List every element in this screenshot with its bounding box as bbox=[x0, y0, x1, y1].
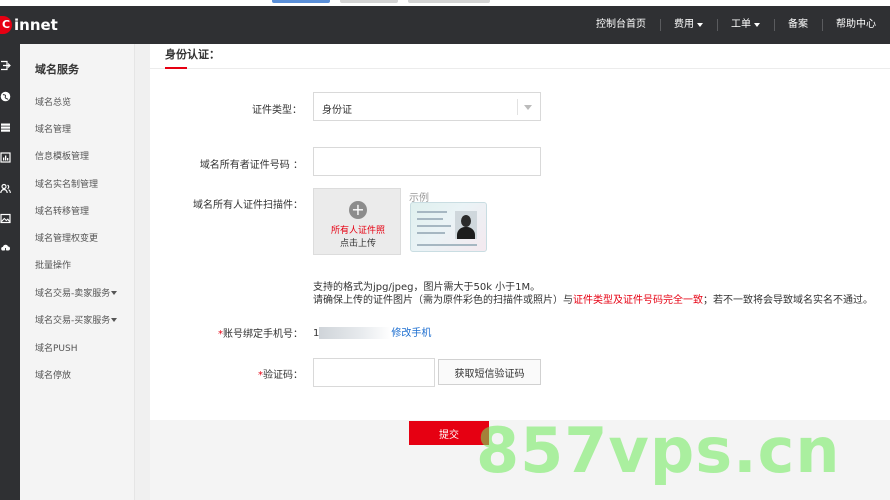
card-text-line bbox=[417, 244, 477, 246]
sidebar-item[interactable]: 域名管理权变更 bbox=[35, 231, 98, 244]
sidebar-item-label: 域名交易-买家服务 bbox=[35, 316, 111, 326]
image-icon[interactable] bbox=[0, 213, 11, 224]
sidebar: 域名服务 域名总览域名管理信息模板管理 域名实名制管理 域名转移管理 域名管理权变更批… bbox=[20, 44, 135, 500]
get-sms-code-button[interactable]: 获取短信验证码 bbox=[438, 359, 541, 385]
id-photo-upload[interactable]: + 所有人证件照 点击上传 bbox=[313, 188, 401, 255]
sidebar-item[interactable]: 域名PUSH bbox=[35, 341, 78, 354]
verification-code-input[interactable] bbox=[313, 358, 435, 387]
sidebar-item[interactable]: 域名总览 bbox=[35, 95, 71, 108]
sidebar-item-label: 域名管理 bbox=[35, 125, 72, 135]
sidebar-item[interactable]: 批量操作 bbox=[35, 258, 71, 271]
nav-item[interactable]: 控制台首页 bbox=[582, 6, 660, 44]
sidebar-item[interactable]: 域名转移管理 bbox=[35, 204, 89, 217]
card-head bbox=[461, 215, 471, 227]
title-underline bbox=[165, 67, 187, 69]
card-body bbox=[457, 227, 475, 239]
sidebar-item-label: 批量操作 bbox=[35, 261, 72, 271]
nav-item-label: 费用 bbox=[674, 19, 694, 30]
sample-id-card-image bbox=[410, 202, 487, 252]
chevron-down-icon bbox=[524, 105, 532, 110]
sidebar-item-label: 域名总览 bbox=[35, 98, 72, 108]
sign-in-icon[interactable] bbox=[0, 60, 11, 71]
hint-emphasis: 证件类型及证件号码完全一致 bbox=[573, 295, 703, 306]
phone-label: *账号绑定手机号： bbox=[218, 325, 303, 340]
change-phone-link[interactable]: 修改手机 bbox=[391, 328, 431, 339]
nav-item[interactable]: 帮助中心 bbox=[822, 6, 890, 44]
browser-tab[interactable] bbox=[408, 0, 490, 3]
caret-down-icon bbox=[111, 290, 118, 295]
select-separator bbox=[517, 99, 518, 115]
phone-value: 1 修改手机 bbox=[313, 324, 431, 339]
phone-redacted bbox=[319, 327, 392, 339]
hint-prefix: 请确保上传的证件图片（需为原件彩色的扫描件或照片）与 bbox=[313, 295, 573, 306]
server-icon[interactable] bbox=[0, 122, 11, 133]
section-title: 身份认证： bbox=[165, 48, 220, 61]
sidebar-item-label: 域名停放 bbox=[35, 371, 72, 381]
id-type-label: 证件类型： bbox=[252, 105, 302, 116]
sidebar-item[interactable]: 域名停放 bbox=[35, 368, 71, 381]
card-text-line bbox=[417, 225, 451, 227]
users-icon[interactable] bbox=[0, 183, 11, 194]
sidebar-item-label: 域名交易-卖家服务 bbox=[35, 289, 111, 299]
nav-item-label: 工单 bbox=[731, 19, 751, 30]
nav-item-label: 备案 bbox=[788, 19, 808, 30]
sidebar-item[interactable]: 信息模板管理 bbox=[35, 149, 89, 162]
upload-action: 点击上传 bbox=[339, 239, 376, 249]
cloud-icon[interactable] bbox=[0, 242, 11, 253]
browser-tab[interactable] bbox=[340, 0, 398, 3]
sidebar-item-label: 信息模板管理 bbox=[35, 152, 90, 162]
sidebar-item-label: 域名转移管理 bbox=[35, 207, 90, 217]
title-divider bbox=[150, 68, 890, 69]
sidebar-item-label: 域名实名制管理 bbox=[35, 180, 99, 190]
caret-down-icon bbox=[754, 23, 760, 27]
card-photo bbox=[455, 211, 477, 239]
card-text-line bbox=[417, 211, 447, 213]
top-header: C innet 控制台首页 费用 工单 备案 帮助中心 bbox=[0, 6, 890, 44]
sidebar-item-label: 域名PUSH bbox=[35, 344, 78, 354]
nav-item-label: 帮助中心 bbox=[836, 19, 876, 30]
sidebar-item[interactable]: 域名实名制管理 bbox=[35, 177, 98, 190]
plus-icon: + bbox=[349, 201, 367, 219]
id-type-select[interactable]: 身份证 bbox=[313, 92, 541, 121]
top-nav: 控制台首页 费用 工单 备案 帮助中心 bbox=[582, 6, 890, 44]
upload-title: 所有人证件照 bbox=[330, 226, 385, 236]
chart-icon[interactable] bbox=[0, 152, 11, 163]
sidebar-item[interactable]: 域名管理 bbox=[35, 122, 71, 135]
id-number-input[interactable] bbox=[313, 147, 541, 176]
sidebar-item[interactable]: 域名交易-买家服务 bbox=[35, 313, 118, 326]
consistency-hint: 请确保上传的证件图片（需为原件彩色的扫描件或照片）与证件类型及证件号码完全一致；… bbox=[313, 291, 873, 306]
logo-text: innet bbox=[14, 16, 58, 34]
nav-item-label: 控制台首页 bbox=[596, 19, 646, 30]
caret-down-icon bbox=[697, 23, 703, 27]
nav-item[interactable]: 工单 bbox=[717, 6, 774, 44]
id-type-value: 身份证 bbox=[322, 105, 352, 116]
card-text-line bbox=[417, 218, 443, 220]
nav-item[interactable]: 费用 bbox=[660, 6, 717, 44]
nav-item[interactable]: 备案 bbox=[774, 6, 822, 44]
icon-rail bbox=[0, 44, 20, 500]
card-text-line bbox=[417, 232, 445, 234]
logo-mark: C bbox=[0, 16, 12, 34]
sidebar-item-label: 域名管理权变更 bbox=[35, 234, 99, 244]
browser-tab-active[interactable] bbox=[272, 0, 330, 3]
sidebar-item[interactable]: 域名交易-卖家服务 bbox=[35, 286, 118, 299]
sidebar-title: 域名服务 bbox=[35, 63, 79, 76]
code-label-text: 验证码： bbox=[263, 370, 303, 381]
globe-icon[interactable] bbox=[0, 91, 11, 102]
watermark: 857vps.cn bbox=[476, 414, 841, 487]
logo[interactable]: C innet bbox=[0, 14, 58, 36]
id-number-label: 域名所有者证件号码 ： bbox=[199, 160, 303, 171]
phone-label-text: 账号绑定手机号： bbox=[223, 329, 303, 340]
hint-suffix: ；若不一致将会导致域名实名不通过。 bbox=[703, 295, 873, 306]
code-label: *验证码： bbox=[258, 366, 303, 381]
caret-down-icon bbox=[111, 317, 118, 322]
scan-label: 域名所有人证件扫描件： bbox=[193, 200, 303, 211]
